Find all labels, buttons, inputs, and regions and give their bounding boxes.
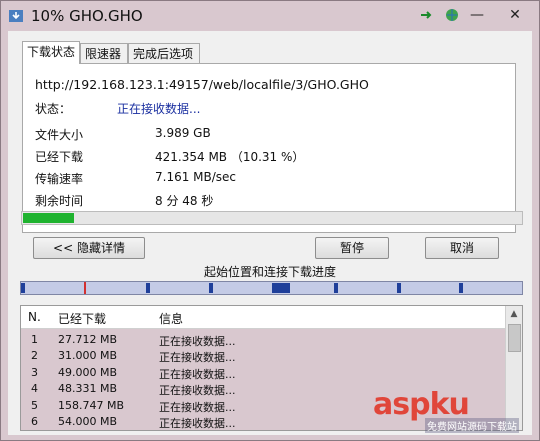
row-info: 正在接收数据... — [159, 335, 236, 348]
row-info: 正在接收数据... — [159, 401, 236, 414]
idm-app-icon — [9, 10, 23, 22]
window-title: 10% GHO.GHO — [31, 7, 143, 25]
time-left-label: 剩余时间 — [35, 194, 84, 208]
file-size-value: 3.989 GB — [155, 126, 211, 140]
row-number: 1 — [31, 333, 38, 346]
connection-segment — [397, 283, 401, 293]
download-progress-bar — [21, 211, 523, 225]
downloaded-value: 421.354 MB （10.31 %） — [155, 150, 305, 164]
globe-icon[interactable] — [441, 5, 463, 25]
connection-segment — [146, 283, 150, 293]
hide-details-button[interactable]: << 隐藏详情 — [33, 237, 145, 259]
downloaded-label: 已经下载 — [35, 150, 84, 164]
transfer-rate-label: 传输速率 — [35, 172, 84, 186]
connection-segment — [21, 283, 25, 293]
row-downloaded: 158.747 MB — [58, 399, 125, 412]
minimize-button[interactable]: — — [466, 5, 488, 25]
window-client: 下载状态 限速器 完成后选项 http://192.168.123.1:4915… — [8, 31, 532, 435]
close-button[interactable]: ✕ — [497, 5, 533, 25]
list-item[interactable]: 3 49.000 MB 正在接收数据... — [21, 365, 506, 381]
connection-segments-bar — [20, 281, 523, 295]
status-label: 状态： — [35, 102, 72, 116]
pause-button[interactable]: 暂停 — [315, 237, 389, 259]
row-downloaded: 48.331 MB — [58, 382, 118, 395]
transfer-rate-value: 7.161 MB/sec — [155, 170, 237, 184]
watermark-logo-text: aspku — [373, 387, 470, 422]
list-item[interactable]: 1 27.712 MB 正在接收数据... — [21, 332, 506, 348]
tab-speed-limiter[interactable]: 限速器 — [80, 43, 128, 63]
connection-segment — [209, 283, 213, 293]
progress-fill — [23, 213, 74, 223]
time-left-value: 8 分 48 秒 — [155, 194, 214, 208]
arrow-right-icon[interactable] — [415, 5, 437, 25]
column-header-info[interactable]: 信息 — [159, 310, 183, 327]
status-value: 正在接收数据... — [117, 102, 201, 116]
row-number: 2 — [31, 349, 38, 362]
download-window: 10% GHO.GHO — ✕ 下载状态 限速器 完成后选项 http://19… — [0, 0, 540, 441]
row-info: 正在接收数据... — [159, 384, 236, 397]
watermark-subtitle: 免费网站源码下载站 — [425, 418, 519, 433]
cancel-button[interactable]: 取消 — [425, 237, 499, 259]
segments-title: 起始位置和连接下载进度 — [203, 265, 336, 279]
row-number: 5 — [31, 399, 38, 412]
row-downloaded: 31.000 MB — [58, 349, 118, 362]
download-url: http://192.168.123.1:49157/web/localfile… — [35, 77, 369, 92]
row-number: 3 — [31, 366, 38, 379]
row-info: 正在接收数据... — [159, 368, 236, 381]
list-item[interactable]: 2 31.000 MB 正在接收数据... — [21, 348, 506, 364]
row-number: 6 — [31, 415, 38, 428]
row-number: 4 — [31, 382, 38, 395]
tab-download-status[interactable]: 下载状态 — [22, 41, 80, 64]
start-position-marker — [84, 282, 86, 294]
column-header-n[interactable]: N. — [28, 310, 41, 324]
title-bar[interactable]: 10% GHO.GHO — ✕ — [1, 1, 539, 31]
status-panel: http://192.168.123.1:49157/web/localfile… — [22, 63, 516, 233]
row-downloaded: 49.000 MB — [58, 366, 118, 379]
aspku-watermark-logo: aspku 免费网站源码下载站 — [373, 383, 533, 435]
scroll-up-arrow-icon[interactable]: ▲ — [506, 306, 522, 322]
column-header-downloaded[interactable]: 已经下载 — [58, 310, 106, 327]
row-info: 正在接收数据... — [159, 351, 236, 364]
row-downloaded: 54.000 MB — [58, 415, 118, 428]
connection-segment — [272, 283, 290, 293]
scroll-thumb[interactable] — [508, 324, 521, 352]
row-info: 正在接收数据... — [159, 417, 236, 430]
row-downloaded: 27.712 MB — [58, 333, 118, 346]
list-header: N. 已经下载 信息 — [21, 306, 506, 329]
file-size-label: 文件大小 — [35, 128, 84, 142]
connection-segment — [459, 283, 463, 293]
tab-on-completion[interactable]: 完成后选项 — [128, 43, 200, 63]
connection-segment — [334, 283, 338, 293]
